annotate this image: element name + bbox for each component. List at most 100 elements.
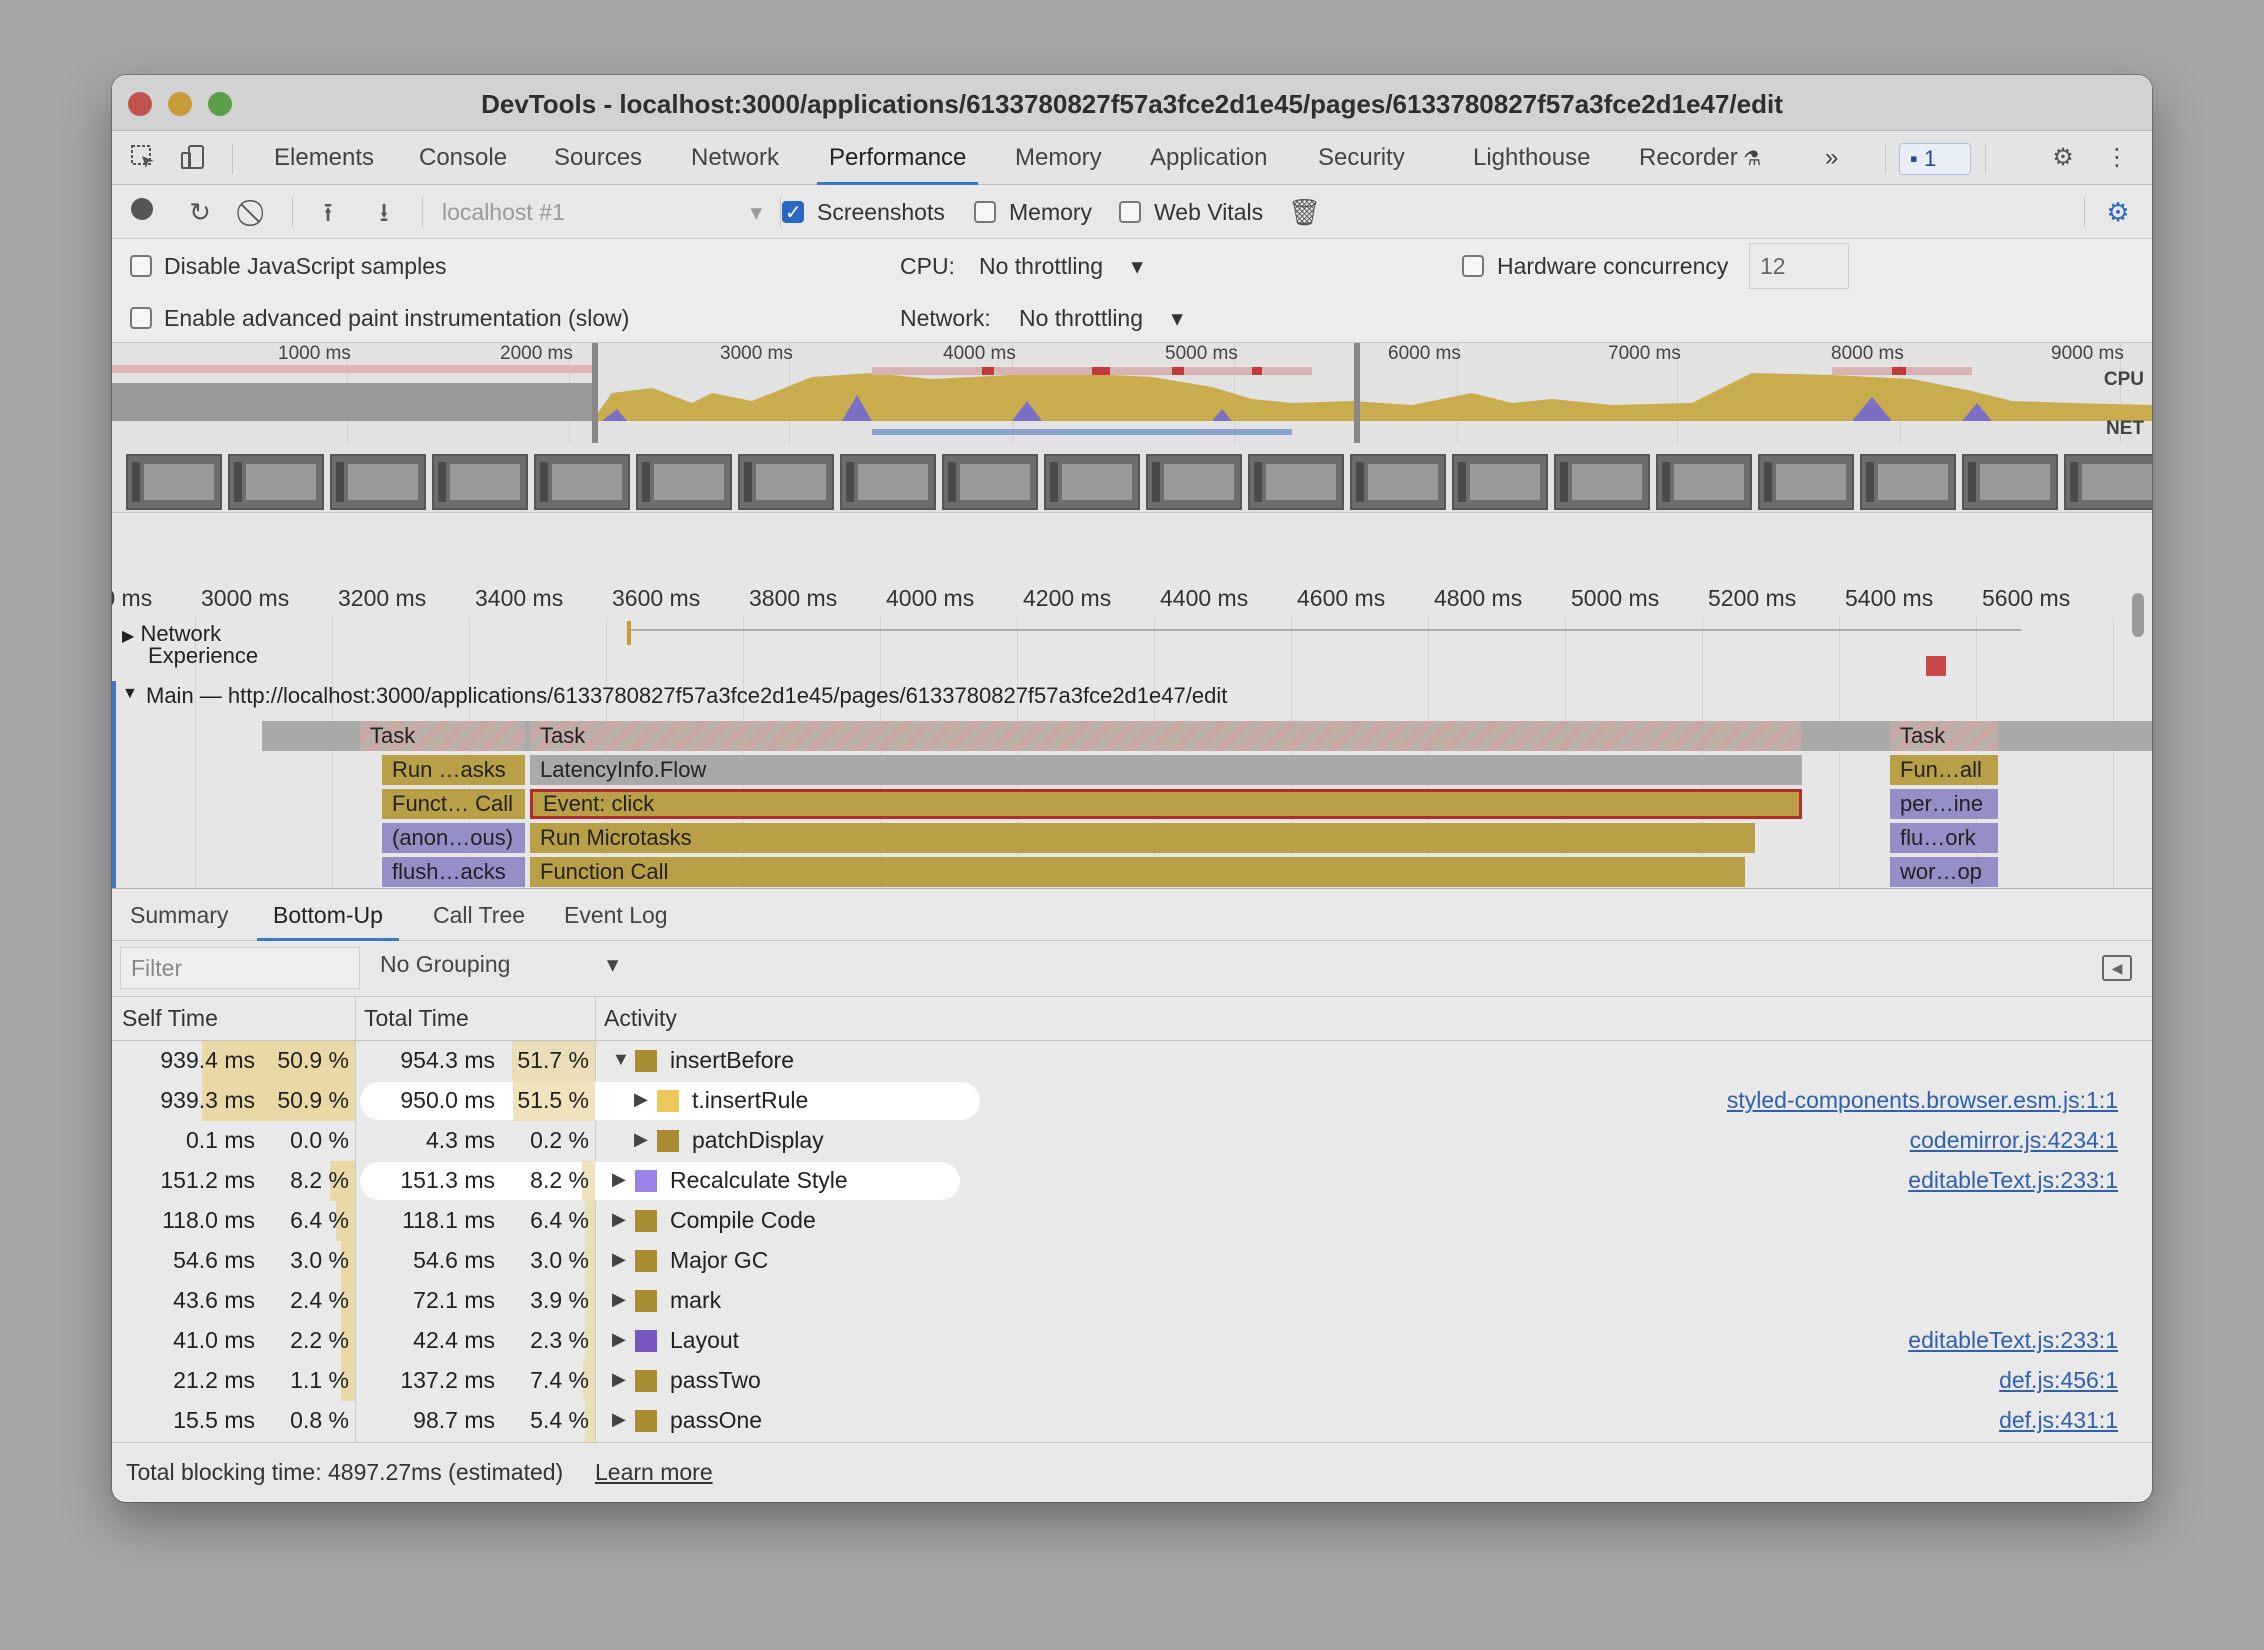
expand-chevron-icon[interactable]: ▶ (612, 1409, 626, 1430)
flame-work-loop[interactable]: wor…op (1890, 857, 1998, 887)
tab-call-tree[interactable]: Call Tree (433, 889, 525, 941)
expand-chevron-icon[interactable]: ▶ (634, 1129, 648, 1150)
tab-summary[interactable]: Summary (130, 889, 228, 941)
screenshot-thumbnail[interactable] (1452, 454, 1548, 510)
expand-chevron-icon[interactable]: ▶ (612, 1169, 626, 1190)
screenshot-thumbnail[interactable] (636, 454, 732, 510)
tab-elements[interactable]: Elements (274, 131, 374, 185)
learn-more-link[interactable]: Learn more (595, 1459, 713, 1486)
filter-input[interactable]: Filter (120, 947, 360, 989)
profile-select[interactable]: localhost #1 ▾ (442, 196, 762, 228)
screenshot-thumbnail[interactable] (1044, 454, 1140, 510)
table-row[interactable]: 43.6 ms 2.4 % 72.1 ms 3.9 % ▶ mark (112, 1281, 2152, 1321)
flame-task[interactable]: Task (1890, 721, 1998, 751)
main-thread-track[interactable]: ▼ Main — http://localhost:3000/applicati… (122, 683, 1227, 709)
flame-perform-work[interactable]: per…ine (1890, 789, 1998, 819)
tab-recorder[interactable]: Recorder ⚗ (1639, 131, 1761, 185)
source-link[interactable]: styled-components.browser.esm.js:1:1 (1727, 1087, 2118, 1114)
reload-record-icon[interactable]: ↻ (184, 196, 216, 228)
table-row[interactable]: 21.2 ms 1.1 % 137.2 ms 7.4 % ▶ passTwo def.js:… (112, 1361, 2152, 1401)
tab-security[interactable]: Security (1318, 131, 1405, 185)
flame-run-tasks[interactable]: Run …asks (382, 755, 525, 785)
vertical-scrollbar[interactable] (2132, 593, 2144, 637)
flame-flush-work[interactable]: flu…ork (1890, 823, 1998, 853)
screenshot-thumbnail[interactable] (1656, 454, 1752, 510)
memory-checkbox[interactable] (974, 201, 996, 223)
table-row[interactable]: 939.3 ms 50.9 % 950.0 ms 51.5 % ▶ t.insertRul… (112, 1081, 2152, 1121)
more-tabs-icon[interactable]: » (1825, 131, 1838, 185)
screenshot-thumbnail[interactable] (1248, 454, 1344, 510)
screenshot-thumbnail[interactable] (228, 454, 324, 510)
screenshot-thumbnail[interactable] (942, 454, 1038, 510)
collapse-chevron-icon[interactable]: ▼ (612, 1049, 630, 1070)
screenshot-thumbnail[interactable] (738, 454, 834, 510)
table-row[interactable]: 15.5 ms 0.8 % 98.7 ms 5.4 % ▶ passOne def.js:4… (112, 1401, 2152, 1441)
flame-function-call[interactable]: Funct… Call (382, 789, 525, 819)
screenshot-thumbnail[interactable] (1758, 454, 1854, 510)
screenshot-thumbnail[interactable] (126, 454, 222, 510)
flame-chart[interactable]: 2800 ms 3000 ms 3200 ms 3400 ms 3600 ms 3800 … (112, 513, 2152, 889)
tab-network[interactable]: Network (691, 131, 779, 185)
flame-anonymous[interactable]: (anon…ous) (382, 823, 525, 853)
screenshot-thumbnail[interactable] (2064, 454, 2152, 510)
total-time-header[interactable]: Total Time (364, 1005, 469, 1032)
tab-sources[interactable]: Sources (554, 131, 642, 185)
trash-icon[interactable]: 🗑 (1288, 196, 1321, 228)
advanced-paint-checkbox[interactable] (130, 307, 152, 329)
record-icon[interactable] (126, 196, 158, 228)
source-link[interactable]: def.js:431:1 (1999, 1407, 2118, 1434)
hardware-concurrency-input[interactable]: 12 (1749, 243, 1849, 289)
flame-flush-callbacks[interactable]: flush…acks (382, 857, 525, 887)
screenshot-thumbnail[interactable] (1962, 454, 2058, 510)
network-throttling-select[interactable]: No throttling ▾ (1019, 303, 1183, 333)
table-row[interactable]: 54.6 ms 3.0 % 54.6 ms 3.0 % ▶ Major GC (112, 1241, 2152, 1281)
tab-bottom-up[interactable]: Bottom-Up (257, 889, 399, 941)
table-row[interactable]: 118.0 ms 6.4 % 118.1 ms 6.4 % ▶ Compile Code (112, 1201, 2152, 1241)
toggle-sidebar-icon[interactable]: ◀ (2102, 955, 2132, 981)
screenshots-checkbox[interactable] (782, 200, 804, 225)
disable-js-samples-checkbox[interactable] (130, 255, 152, 277)
expand-chevron-icon[interactable]: ▶ (612, 1329, 626, 1350)
screenshot-thumbnail[interactable] (840, 454, 936, 510)
layout-shift-marker[interactable] (1926, 656, 1946, 676)
tab-event-log[interactable]: Event Log (564, 889, 668, 941)
device-toolbar-icon[interactable] (178, 143, 208, 173)
table-row[interactable]: 0.1 ms 0.0 % 4.3 ms 0.2 % ▶ patchDisplay codem… (112, 1121, 2152, 1161)
source-link[interactable]: editableText.js:233:1 (1908, 1167, 2118, 1194)
grouping-select[interactable]: No Grouping ▾ (380, 951, 618, 978)
timeline-overview[interactable]: 1000 ms 2000 ms 3000 ms 4000 ms 5000 ms 6000 … (112, 343, 2152, 513)
screenshot-thumbnail[interactable] (534, 454, 630, 510)
flame-task[interactable]: Task (360, 721, 525, 751)
table-row[interactable]: 939.4 ms 50.9 % 954.3 ms 51.7 % ▼ insertBefor… (112, 1041, 2152, 1081)
more-options-icon[interactable]: ⋮ (2102, 143, 2132, 173)
table-row[interactable]: 41.0 ms 2.2 % 42.4 ms 2.3 % ▶ Layout editableT… (112, 1321, 2152, 1361)
screenshot-thumbnail[interactable] (1146, 454, 1242, 510)
source-link[interactable]: def.js:456:1 (1999, 1367, 2118, 1394)
expand-chevron-icon[interactable]: ▶ (634, 1089, 648, 1110)
tab-memory[interactable]: Memory (1015, 131, 1102, 185)
expand-chevron-icon[interactable]: ▶ (612, 1289, 626, 1310)
tab-lighthouse[interactable]: Lighthouse (1473, 131, 1590, 185)
source-link[interactable]: editableText.js:233:1 (1908, 1327, 2118, 1354)
flame-function-call[interactable]: Fun…all (1890, 755, 1998, 785)
flame-event-click[interactable]: Event: click (530, 789, 1802, 819)
table-row[interactable]: 151.2 ms 8.2 % 151.3 ms 8.2 % ▶ Recalculate S… (112, 1161, 2152, 1201)
source-link[interactable]: codemirror.js:4234:1 (1910, 1127, 2118, 1154)
screenshot-thumbnail[interactable] (1554, 454, 1650, 510)
flame-latency-info[interactable]: LatencyInfo.Flow (530, 755, 1802, 785)
gear-icon[interactable]: ⚙ (2048, 143, 2078, 173)
flame-task[interactable]: Task (530, 721, 1802, 751)
screenshot-thumbnail[interactable] (432, 454, 528, 510)
flame-function-call[interactable]: Function Call (530, 857, 1745, 887)
self-time-header[interactable]: Self Time (122, 1005, 218, 1032)
expand-chevron-icon[interactable]: ▶ (612, 1249, 626, 1270)
tab-console[interactable]: Console (419, 131, 507, 185)
hardware-concurrency-checkbox[interactable] (1462, 255, 1484, 277)
issues-badge[interactable]: ▪ 1 (1899, 143, 1971, 175)
tab-application[interactable]: Application (1150, 131, 1267, 185)
upload-icon[interactable]: ⭱ (312, 196, 344, 228)
expand-chevron-icon[interactable]: ▶ (612, 1369, 626, 1390)
clear-icon[interactable]: ⃠ (240, 196, 272, 228)
web-vitals-checkbox[interactable] (1119, 201, 1141, 223)
cpu-throttling-select[interactable]: No throttling ▾ (979, 251, 1143, 281)
